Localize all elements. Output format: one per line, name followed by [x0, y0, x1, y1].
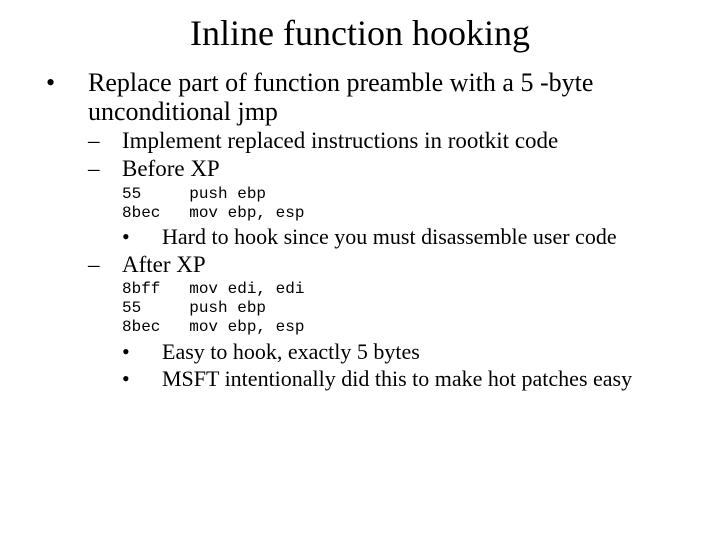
level3-item: • Easy to hook, exactly 5 bytes: [122, 339, 692, 364]
level2-item: – Implement replaced instructions in roo…: [88, 128, 692, 154]
bullet-icon: •: [122, 224, 162, 249]
code-block-before-xp: 55 push ebp 8bec mov ebp, esp: [122, 185, 692, 223]
level3-text: MSFT intentionally did this to make hot …: [162, 366, 692, 391]
level2-item: – After XP: [88, 252, 692, 278]
dash-icon: –: [88, 128, 122, 154]
level3-text: Easy to hook, exactly 5 bytes: [162, 339, 692, 364]
level1-text: Replace part of function preamble with a…: [88, 68, 692, 126]
level2-item: – Before XP: [88, 156, 692, 182]
slide: Inline function hooking • Replace part o…: [0, 0, 720, 540]
level3-text: Hard to hook since you must disassemble …: [162, 224, 692, 249]
level2-text: Implement replaced instructions in rootk…: [122, 128, 692, 154]
code-block-after-xp: 8bff mov edi, edi 55 push ebp 8bec mov e…: [122, 280, 692, 337]
bullet-icon: •: [122, 339, 162, 364]
level2-text: Before XP: [122, 156, 692, 182]
bullet-icon: •: [40, 68, 88, 97]
level3-item: • MSFT intentionally did this to make ho…: [122, 366, 692, 391]
slide-title: Inline function hooking: [28, 12, 692, 54]
dash-icon: –: [88, 252, 122, 278]
bullet-icon: •: [122, 366, 162, 391]
level2-text: After XP: [122, 252, 692, 278]
level3-item: • Hard to hook since you must disassembl…: [122, 224, 692, 249]
dash-icon: –: [88, 156, 122, 182]
level1-item: • Replace part of function preamble with…: [40, 68, 692, 126]
